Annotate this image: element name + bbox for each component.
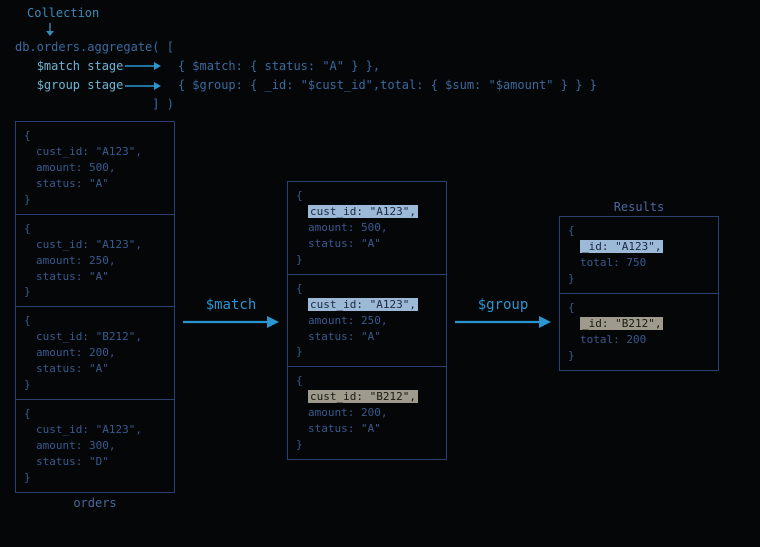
results-title: Results [559, 200, 719, 214]
orders-doc: {cust_id: "A123",amount: 250,status: "A"… [15, 214, 175, 308]
group-op-label: $group [478, 297, 529, 313]
pipeline-columns: {cust_id: "A123",amount: 500,status: "A"… [15, 122, 750, 537]
arrow-right-icon [123, 61, 163, 71]
orders-doc: {cust_id: "A123",amount: 300,status: "D"… [15, 399, 175, 493]
group-code: { $group: { _id: "$cust_id",total: { $su… [178, 78, 597, 92]
group-stage-line: $group stage { $group: { _id: "$cust_id"… [15, 76, 760, 95]
arrow-right-icon [453, 315, 553, 329]
matched-doc: {cust_id: "B212",amount: 200,status: "A"… [287, 366, 447, 460]
match-stage-label: $match stage [37, 59, 124, 73]
orders-doc: {cust_id: "B212",amount: 200,status: "A"… [15, 306, 175, 400]
match-stage-line: $match stage { $match: { status: "A" } }… [15, 57, 760, 76]
down-arrow-icon [45, 23, 760, 38]
results-column: Results {_id: "A123",total: 750}{_id: "B… [559, 200, 719, 371]
aggregate-close: ] ) [15, 95, 760, 114]
results-doc: {_id: "B212",total: 200} [559, 293, 719, 371]
matched-doc: {cust_id: "A123",amount: 500,status: "A"… [287, 181, 447, 275]
group-arrow-column: $group [447, 297, 559, 329]
orders-column: {cust_id: "A123",amount: 500,status: "A"… [15, 122, 175, 510]
arrow-right-icon [123, 81, 163, 91]
collection-label: Collection [27, 4, 760, 23]
matched-doc: {cust_id: "A123",amount: 250,status: "A"… [287, 274, 447, 368]
arrow-right-icon [181, 315, 281, 329]
code-header: Collection db.orders.aggregate( [ $match… [15, 4, 760, 115]
match-arrow-column: $match [175, 297, 287, 329]
results-doc: {_id: "A123",total: 750} [559, 216, 719, 294]
orders-title: orders [15, 496, 175, 510]
matched-column: {cust_id: "A123",amount: 500,status: "A"… [287, 182, 447, 460]
match-code: { $match: { status: "A" } }, [178, 59, 380, 73]
aggregate-open: db.orders.aggregate( [ [15, 38, 760, 57]
group-stage-label: $group stage [37, 78, 124, 92]
match-op-label: $match [206, 297, 257, 313]
orders-doc: {cust_id: "A123",amount: 500,status: "A"… [15, 121, 175, 215]
